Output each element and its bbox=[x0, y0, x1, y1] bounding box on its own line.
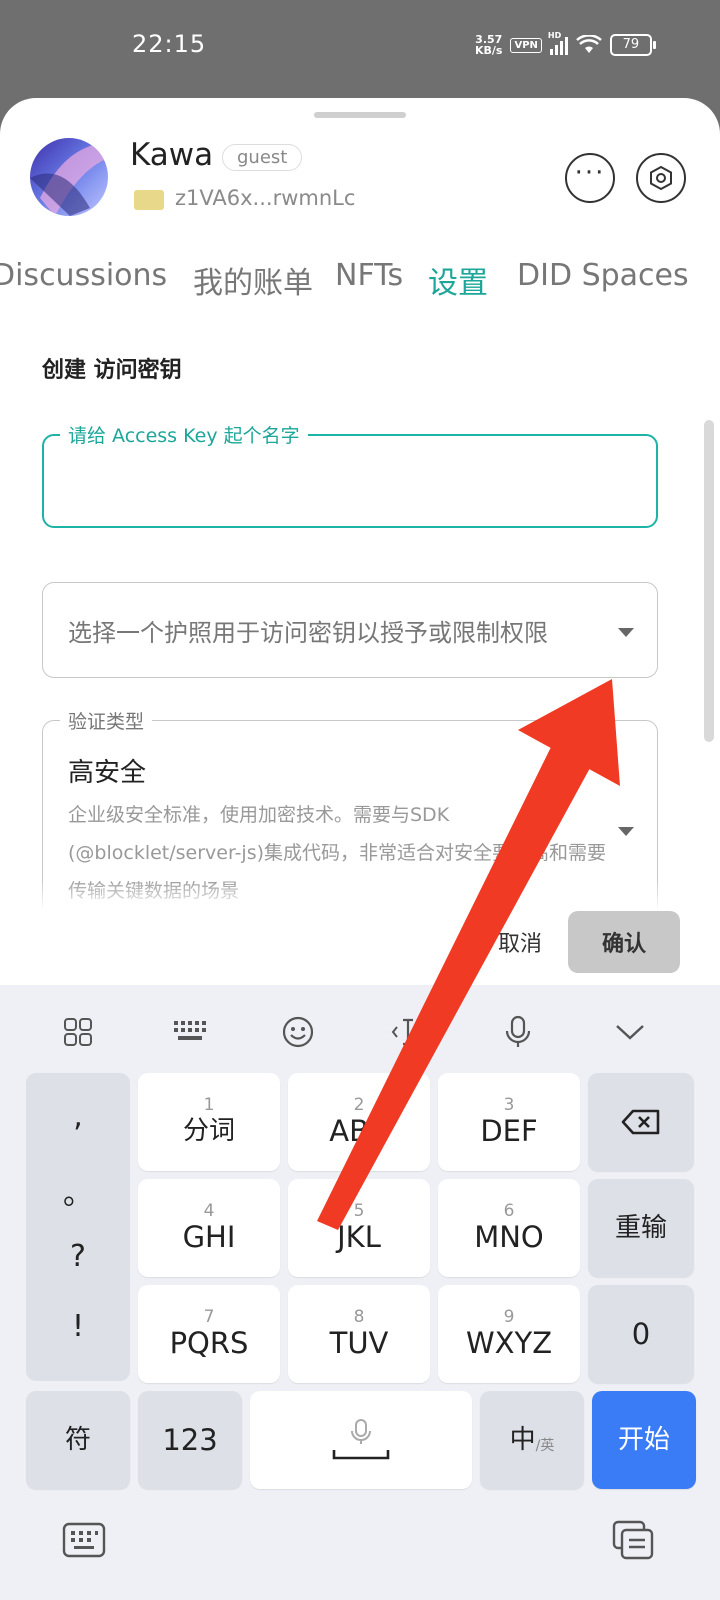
symbol-question[interactable]: ? bbox=[26, 1239, 130, 1274]
settings-button[interactable] bbox=[636, 153, 686, 203]
key-1-label: 分词 bbox=[182, 1116, 235, 1146]
key-4-num: 4 bbox=[203, 1201, 215, 1221]
reset-key-label: 重输 bbox=[614, 1213, 667, 1243]
symbol-exclamation[interactable]: ! bbox=[26, 1309, 130, 1344]
key-9-num: 9 bbox=[503, 1307, 515, 1327]
tab-nfts[interactable]: NFTs bbox=[335, 258, 403, 293]
profile-name: Kawa bbox=[130, 137, 214, 173]
language-key-label: 中 bbox=[509, 1425, 536, 1455]
key-1[interactable]: 1 分词 bbox=[138, 1073, 280, 1171]
reset-key[interactable]: 重输 bbox=[588, 1179, 694, 1277]
symbols-key-label: 符 bbox=[64, 1425, 91, 1455]
tab-my-bills[interactable]: 我的账单 bbox=[193, 258, 313, 302]
key-7-label: PQRS bbox=[169, 1326, 249, 1360]
key-7[interactable]: 7 PQRS bbox=[138, 1285, 280, 1383]
key-5-label: JKL bbox=[337, 1220, 381, 1254]
apps-grid-icon[interactable] bbox=[56, 1010, 100, 1054]
status-time: 22:15 bbox=[132, 30, 207, 58]
access-key-name-label: 请给 Access Key 起个名字 bbox=[60, 421, 308, 448]
network-speed: 3.57 KB/s bbox=[475, 34, 502, 56]
auth-type-label: 验证类型 bbox=[60, 707, 153, 734]
clipboard-icon[interactable] bbox=[612, 1520, 656, 1560]
key-8[interactable]: 8 TUV bbox=[288, 1285, 430, 1383]
status-icons: 3.57 KB/s VPN HD 79 bbox=[475, 31, 656, 56]
symbol-comma[interactable]: , bbox=[26, 1099, 130, 1134]
key-2-num: 2 bbox=[353, 1095, 365, 1115]
key-9-label: WXYZ bbox=[465, 1326, 553, 1360]
backspace-key[interactable] bbox=[588, 1073, 694, 1171]
role-badge: guest bbox=[222, 144, 303, 171]
key-0[interactable]: 0 bbox=[588, 1285, 694, 1383]
key-3[interactable]: 3 DEF bbox=[438, 1073, 580, 1171]
numbers-key-label: 123 bbox=[162, 1423, 218, 1457]
key-4[interactable]: 4 GHI bbox=[138, 1179, 280, 1277]
hide-keyboard-icon[interactable] bbox=[608, 1010, 652, 1054]
symbol-period[interactable]: 。 bbox=[26, 1169, 130, 1213]
network-speed-unit: KB/s bbox=[475, 44, 503, 57]
text-cursor-icon[interactable] bbox=[386, 1010, 430, 1054]
tab-settings[interactable]: 设置 bbox=[428, 258, 488, 302]
hexagon-settings-icon bbox=[650, 165, 672, 191]
key-2-label: ABC bbox=[329, 1114, 389, 1148]
tab-did-spaces[interactable]: DID Spaces bbox=[517, 258, 689, 293]
symbols-key[interactable]: 符 bbox=[26, 1391, 130, 1489]
keyboard-layout-icon[interactable] bbox=[168, 1010, 212, 1054]
start-key[interactable]: 开始 bbox=[592, 1391, 696, 1489]
key-2[interactable]: 2 ABC bbox=[288, 1073, 430, 1171]
scroll-fade bbox=[42, 880, 662, 910]
space-key[interactable] bbox=[250, 1391, 472, 1489]
key-6-num: 6 bbox=[503, 1201, 515, 1221]
confirm-button[interactable]: 确认 bbox=[568, 911, 680, 973]
sheet-drag-handle[interactable] bbox=[314, 112, 406, 118]
backspace-icon bbox=[621, 1109, 660, 1135]
symbol-column[interactable]: , 。 ? ! bbox=[26, 1073, 130, 1381]
form-title: 创建 访问密钥 bbox=[42, 358, 182, 383]
emoji-icon[interactable] bbox=[276, 1010, 320, 1054]
passport-select-placeholder: 选择一个护照用于访问密钥以授予或限制权限 bbox=[68, 619, 548, 647]
space-mic-icon bbox=[332, 1419, 390, 1460]
key-6-label: MNO bbox=[474, 1220, 544, 1254]
did-address[interactable]: z1VA6x...rwmnLc bbox=[175, 186, 355, 210]
auth-type-value: 高安全 bbox=[68, 758, 147, 788]
key-8-label: TUV bbox=[329, 1326, 389, 1360]
language-key-sub: /英 bbox=[535, 1438, 555, 1454]
numbers-key[interactable]: 123 bbox=[138, 1391, 242, 1489]
more-dots-icon: ··· bbox=[574, 158, 606, 188]
wifi-icon bbox=[576, 35, 602, 53]
tab-bar: Discussions 我的账单 NFTs 设置 DID Spaces bbox=[0, 258, 720, 308]
key-3-num: 3 bbox=[503, 1095, 515, 1115]
more-options-button[interactable]: ··· bbox=[565, 153, 615, 203]
did-avatar-icon bbox=[134, 190, 164, 210]
avatar[interactable] bbox=[30, 138, 108, 216]
key-7-num: 7 bbox=[203, 1307, 215, 1327]
key-1-num: 1 bbox=[203, 1095, 215, 1115]
key-5[interactable]: 5 JKL bbox=[288, 1179, 430, 1277]
key-0-label: 0 bbox=[631, 1317, 651, 1351]
key-6[interactable]: 6 MNO bbox=[438, 1179, 580, 1277]
keyboard-switch-icon[interactable] bbox=[62, 1520, 106, 1560]
voice-input-icon[interactable] bbox=[496, 1010, 540, 1054]
key-5-num: 5 bbox=[353, 1201, 365, 1221]
auth-type-dropdown-icon bbox=[618, 827, 634, 836]
battery-icon: 79 bbox=[609, 34, 656, 56]
cancel-button[interactable]: 取消 bbox=[498, 926, 542, 958]
key-4-label: GHI bbox=[182, 1220, 236, 1254]
start-key-label: 开始 bbox=[617, 1425, 670, 1455]
passport-dropdown-icon bbox=[618, 628, 634, 637]
vpn-icon: VPN bbox=[510, 37, 542, 53]
scrollbar[interactable] bbox=[704, 420, 714, 742]
language-switch-key[interactable]: 中 /英 bbox=[480, 1391, 584, 1489]
key-8-num: 8 bbox=[353, 1307, 365, 1327]
key-9[interactable]: 9 WXYZ bbox=[438, 1285, 580, 1383]
signal-icon: HD bbox=[548, 31, 568, 55]
tab-discussions[interactable]: Discussions bbox=[0, 258, 167, 293]
access-key-name-field[interactable] bbox=[42, 434, 658, 528]
hd-label: HD bbox=[547, 31, 562, 40]
key-3-label: DEF bbox=[480, 1114, 538, 1148]
